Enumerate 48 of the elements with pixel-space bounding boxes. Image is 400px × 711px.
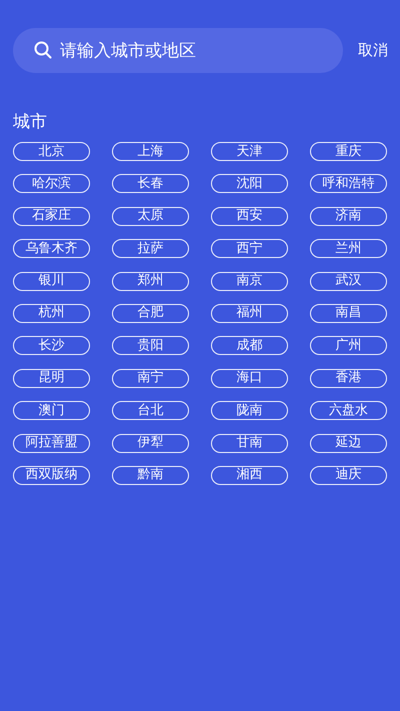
city-chip[interactable]: 西双版纳 — [13, 466, 90, 485]
city-chip[interactable]: 六盘水 — [310, 401, 387, 420]
city-chip[interactable]: 沈阳 — [211, 174, 288, 194]
city-chip[interactable]: 迪庆 — [310, 466, 387, 485]
cancel-button[interactable]: 取消 — [358, 39, 388, 62]
city-chip[interactable]: 乌鲁木齐 — [13, 239, 90, 258]
city-chip[interactable]: 杭州 — [13, 304, 90, 323]
city-chip[interactable]: 西安 — [211, 206, 288, 226]
city-chip[interactable]: 天津 — [211, 142, 288, 161]
city-chip[interactable]: 黔南 — [112, 466, 189, 485]
city-chip[interactable]: 银川 — [13, 272, 90, 291]
city-chip[interactable]: 上海 — [112, 142, 189, 161]
city-chip[interactable]: 成都 — [211, 336, 288, 356]
city-chip[interactable]: 海口 — [211, 368, 288, 388]
city-chip[interactable]: 贵阳 — [112, 336, 189, 356]
city-chip[interactable]: 南宁 — [112, 368, 189, 388]
city-chip[interactable]: 甘南 — [211, 434, 288, 453]
city-chip[interactable]: 台北 — [112, 401, 189, 420]
city-chip[interactable]: 石家庄 — [13, 206, 90, 226]
city-chip[interactable]: 哈尔滨 — [13, 174, 90, 194]
city-chip[interactable]: 北京 — [13, 142, 90, 161]
city-chip[interactable]: 阿拉善盟 — [13, 434, 90, 453]
city-chip[interactable]: 兰州 — [310, 239, 387, 258]
city-chip[interactable]: 郑州 — [112, 272, 189, 291]
city-chip[interactable]: 重庆 — [310, 142, 387, 161]
city-chip[interactable]: 福州 — [211, 304, 288, 323]
search-icon — [34, 41, 52, 59]
section-title: 城市 — [13, 111, 48, 133]
search-field[interactable]: 请输入城市或地区 — [13, 28, 343, 73]
city-chip[interactable]: 拉萨 — [112, 239, 189, 258]
city-chip[interactable]: 太原 — [112, 206, 189, 226]
city-chip[interactable]: 湘西 — [211, 466, 288, 485]
city-chip[interactable]: 呼和浩特 — [310, 174, 387, 194]
city-chip[interactable]: 西宁 — [211, 239, 288, 258]
city-chip[interactable]: 济南 — [310, 206, 387, 226]
city-chip[interactable]: 长沙 — [13, 336, 90, 356]
city-chip[interactable]: 合肥 — [112, 304, 189, 323]
city-chip[interactable]: 南京 — [211, 272, 288, 291]
city-chip[interactable]: 南昌 — [310, 304, 387, 323]
city-chip[interactable]: 长春 — [112, 174, 189, 194]
city-chip[interactable]: 武汉 — [310, 272, 387, 291]
city-chip[interactable]: 陇南 — [211, 401, 288, 420]
city-chip[interactable]: 延边 — [310, 434, 387, 453]
city-chip[interactable]: 香港 — [310, 368, 387, 388]
city-chip[interactable]: 昆明 — [13, 368, 90, 388]
city-chip[interactable]: 广州 — [310, 336, 387, 356]
city-chip[interactable]: 伊犁 — [112, 434, 189, 453]
city-chip[interactable]: 澳门 — [13, 401, 90, 420]
